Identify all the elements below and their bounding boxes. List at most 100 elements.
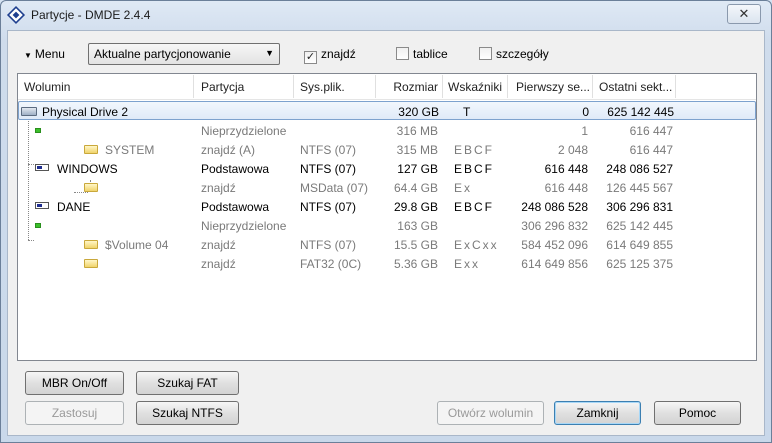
- free-space-icon: [35, 223, 41, 228]
- table-row[interactable]: znajdź FAT32 (0C) 5.36 GB Exx 614 649 85…: [18, 254, 756, 273]
- cell-flags: EBCF: [454, 143, 495, 157]
- cell-volume: DANE: [57, 200, 91, 214]
- window-title: Partycje - DMDE 2.4.4: [31, 8, 151, 22]
- column-divider[interactable]: [375, 75, 376, 98]
- table-row[interactable]: znajdź MSData (07) 64.4 GB Ex 616 448 12…: [18, 178, 756, 197]
- mbr-toggle-button[interactable]: MBR On/Off: [25, 371, 124, 395]
- table-row[interactable]: DANE Podstawowa NTFS (07) 29.8 GB EBCF 2…: [18, 197, 756, 216]
- table-row[interactable]: Nieprzydzielone 316 MB 1 616 447: [18, 121, 756, 140]
- column-header-filesystem[interactable]: Sys.plik.: [300, 80, 345, 94]
- table-row[interactable]: Physical Drive 2 320 GB T 0 625 142 445: [18, 101, 756, 120]
- cell-size: 64.4 GB: [393, 181, 438, 195]
- checkbox-find-label: znajdź: [321, 47, 356, 61]
- cell-first-sector: 614 649 856: [521, 257, 588, 271]
- table-row[interactable]: SYSTEM znajdź (A) NTFS (07) 315 MB EBCF …: [18, 140, 756, 159]
- column-divider[interactable]: [507, 75, 508, 98]
- column-header-flags[interactable]: Wskaźniki: [448, 80, 502, 94]
- list-header: Wolumin Partycja Sys.plik. Rozmiar Wskaź…: [18, 74, 756, 100]
- view-select[interactable]: Aktualne partycjonowanie ▼: [88, 43, 280, 65]
- cell-last-sector: 616 447: [629, 124, 673, 138]
- chevron-down-icon: ▼: [265, 48, 274, 58]
- cell-volume: WINDOWS: [57, 162, 118, 176]
- cell-filesystem: MSData (07): [300, 181, 369, 195]
- cell-first-sector: 584 452 096: [521, 238, 588, 252]
- cell-flags: T: [463, 105, 471, 119]
- cell-size: 316 MB: [396, 124, 438, 138]
- cell-last-sector: 248 086 527: [606, 162, 673, 176]
- table-row[interactable]: Nieprzydzielone 163 GB 306 296 832 625 1…: [18, 216, 756, 235]
- cell-flags: Exx: [454, 257, 481, 271]
- close-window-button[interactable]: ✕: [727, 4, 761, 24]
- cell-first-sector: 616 448: [544, 181, 588, 195]
- column-header-first-sector[interactable]: Pierwszy se...: [516, 80, 590, 94]
- cell-first-sector: 306 296 832: [521, 219, 588, 233]
- table-row[interactable]: $Volume 04 znajdź NTFS (07) 15.5 GB ExCx…: [18, 235, 756, 254]
- column-header-partition[interactable]: Partycja: [201, 80, 244, 94]
- checkbox-details[interactable]: szczegóły: [479, 47, 549, 61]
- folder-icon: [84, 240, 98, 249]
- cell-volume: SYSTEM: [105, 143, 155, 157]
- column-header-size[interactable]: Rozmiar: [378, 80, 438, 94]
- cell-partition: Nieprzydzielone: [201, 219, 287, 233]
- cell-volume: $Volume 04: [105, 238, 169, 252]
- cell-flags: EBCF: [454, 162, 495, 176]
- checkbox-details-box[interactable]: [479, 47, 492, 60]
- cell-partition: Nieprzydzielone: [201, 124, 287, 138]
- column-divider[interactable]: [293, 75, 294, 98]
- column-divider[interactable]: [193, 75, 194, 98]
- column-divider[interactable]: [592, 75, 593, 98]
- cell-last-sector: 625 125 375: [606, 257, 673, 271]
- dmde-app-icon: [6, 5, 26, 25]
- cell-partition: znajdź (A): [201, 143, 256, 157]
- cell-size: 163 GB: [397, 219, 438, 233]
- cell-partition: znajdź: [201, 238, 236, 252]
- checkbox-find[interactable]: ✓ znajdź: [304, 47, 356, 64]
- cell-filesystem: NTFS (07): [300, 238, 357, 252]
- cell-last-sector: 306 296 831: [606, 200, 673, 214]
- checkbox-tables[interactable]: tablice: [396, 47, 448, 61]
- cell-last-sector: 614 649 855: [606, 238, 673, 252]
- cell-filesystem: NTFS (07): [300, 162, 357, 176]
- cell-filesystem: NTFS (07): [300, 200, 357, 214]
- close-button[interactable]: Zamknij: [554, 401, 641, 425]
- column-divider[interactable]: [675, 75, 676, 98]
- apply-button[interactable]: Zastosuj: [25, 401, 124, 425]
- view-select-value: Aktualne partycjonowanie: [94, 47, 231, 61]
- help-button[interactable]: Pomoc: [654, 401, 741, 425]
- cell-size: 5.36 GB: [393, 257, 438, 271]
- cell-first-sector: 2 048: [557, 143, 588, 157]
- find-ntfs-button[interactable]: Szukaj NTFS: [136, 401, 239, 425]
- cell-flags: ExCxx: [454, 238, 499, 252]
- open-volume-button[interactable]: Otwórz wolumin: [437, 401, 544, 425]
- partition-icon: [35, 202, 49, 209]
- cell-partition: znajdź: [201, 257, 236, 271]
- column-header-last-sector[interactable]: Ostatni sekt...: [599, 80, 672, 94]
- checkbox-find-box[interactable]: ✓: [304, 51, 317, 64]
- partition-icon: [35, 164, 49, 171]
- find-fat-button[interactable]: Szukaj FAT: [136, 371, 239, 395]
- free-space-icon: [35, 128, 41, 133]
- cell-partition: Podstawowa: [201, 200, 270, 214]
- cell-first-sector: 616 448: [544, 162, 588, 176]
- cell-last-sector: 126 445 567: [606, 181, 673, 195]
- title-bar: Partycje - DMDE 2.4.4 ✕: [1, 1, 771, 29]
- cell-size: 320 GB: [398, 105, 439, 119]
- toolbar: ▼ Menu Aktualne partycjonowanie ▼ ✓ znajdź…: [8, 31, 764, 71]
- cell-size: 15.5 GB: [393, 238, 438, 252]
- column-divider[interactable]: [442, 75, 443, 98]
- checkbox-details-label: szczegóły: [496, 47, 549, 61]
- folder-icon: [84, 145, 98, 154]
- checkbox-tables-box[interactable]: [396, 47, 409, 60]
- column-header-volume[interactable]: Wolumin: [24, 80, 70, 94]
- cell-filesystem: NTFS (07): [300, 143, 357, 157]
- drive-icon: [21, 107, 37, 116]
- partition-list[interactable]: Wolumin Partycja Sys.plik. Rozmiar Wskaź…: [17, 73, 757, 361]
- cell-filesystem: FAT32 (0C): [300, 257, 362, 271]
- cell-first-sector: 1: [581, 124, 588, 138]
- cell-size: 127 GB: [397, 162, 438, 176]
- cell-partition: Podstawowa: [201, 162, 270, 176]
- menu-dropdown-arrow-icon: ▼: [24, 51, 32, 60]
- cell-last-sector: 625 142 445: [607, 105, 674, 119]
- menu-button[interactable]: ▼ Menu: [24, 47, 65, 61]
- table-row[interactable]: WINDOWS Podstawowa NTFS (07) 127 GB EBCF…: [18, 159, 756, 178]
